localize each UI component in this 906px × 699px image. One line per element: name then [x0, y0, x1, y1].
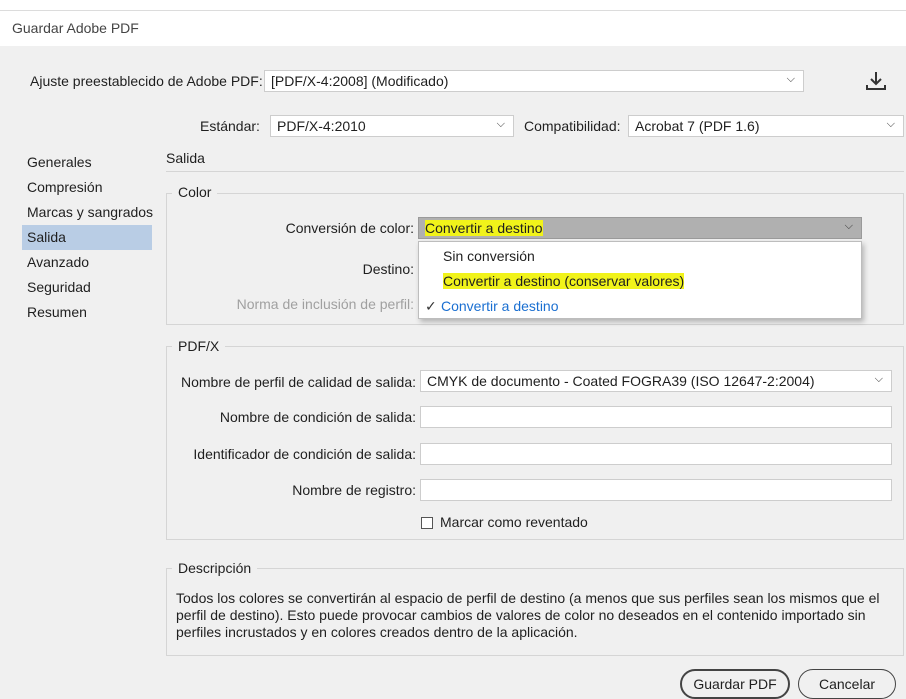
registry-label: Nombre de registro: — [292, 482, 416, 498]
top-strip — [0, 0, 906, 11]
sidebar-item-salida[interactable]: Salida — [22, 225, 152, 250]
chevron-down-icon: ⌵ — [874, 373, 883, 385]
trapped-checkbox[interactable] — [421, 517, 433, 529]
cancel-button[interactable]: Cancelar — [798, 669, 896, 699]
description-text: Todos los colores se convertirán al espa… — [176, 590, 880, 640]
option-label: Convertir a destino — [441, 298, 559, 314]
sidebar-item-compresion[interactable]: Compresión — [22, 175, 152, 200]
standard-select[interactable]: PDF/X-4:2010 ⌵ — [270, 115, 514, 137]
output-profile-select[interactable]: CMYK de documento - Coated FOGRA39 (ISO … — [420, 370, 892, 392]
standard-value: PDF/X-4:2010 — [277, 118, 366, 134]
preset-label: Ajuste preestablecido de Adobe PDF: — [30, 73, 263, 89]
sidebar-item-marcas[interactable]: Marcas y sangrados — [22, 200, 153, 225]
color-conversion-select[interactable]: Convertir a destino ⌵ — [418, 217, 862, 239]
output-profile-value: CMYK de documento - Coated FOGRA39 (ISO … — [427, 373, 815, 389]
description-group-title: Descripción — [172, 560, 258, 576]
compat-value: Acrobat 7 (PDF 1.6) — [635, 118, 760, 134]
check-icon: ✓ — [425, 298, 437, 314]
sidebar-item-avanzado[interactable]: Avanzado — [22, 250, 152, 275]
output-profile-label: Nombre de perfil de calidad de salida: — [180, 374, 416, 390]
option-convertir-conservar[interactable]: Convertir a destino (conservar valores) — [419, 269, 861, 293]
sidebar: Generales Compresión Marcas y sangrados … — [22, 150, 153, 325]
color-conversion-label: Conversión de color: — [285, 220, 414, 236]
sidebar-item-resumen[interactable]: Resumen — [22, 300, 152, 325]
option-label: Sin conversión — [443, 248, 535, 264]
option-sin-conversion[interactable]: Sin conversión — [419, 244, 861, 268]
condition-name-input[interactable] — [420, 406, 892, 428]
condition-id-label: Identificador de condición de salida: — [193, 446, 416, 462]
option-convertir-destino[interactable]: ✓ Convertir a destino — [419, 294, 861, 318]
color-conversion-value: Convertir a destino — [425, 220, 543, 236]
option-label: Convertir a destino (conservar valores) — [443, 273, 685, 289]
sidebar-item-seguridad[interactable]: Seguridad — [22, 275, 152, 300]
trapped-label: Marcar como reventado — [440, 514, 588, 530]
chevron-down-icon: ⌵ — [844, 220, 853, 232]
chevron-down-icon: ⌵ — [886, 118, 895, 130]
registry-input[interactable] — [420, 479, 892, 501]
sidebar-item-generales[interactable]: Generales — [22, 150, 152, 175]
download-icon — [866, 72, 886, 90]
condition-id-input[interactable] — [420, 443, 892, 465]
color-conversion-dropdown: Sin conversión Convertir a destino (cons… — [418, 241, 862, 319]
section-title: Salida — [166, 150, 205, 166]
destino-label: Destino: — [362, 261, 414, 277]
compat-label: Compatibilidad: — [524, 118, 621, 134]
window-title: Guardar Adobe PDF — [12, 20, 139, 36]
profile-policy-label: Norma de inclusión de perfil: — [236, 296, 414, 312]
standard-label: Estándar: — [200, 118, 260, 134]
pdfx-group-title: PDF/X — [172, 338, 226, 354]
preset-select[interactable]: [PDF/X-4:2008] (Modificado) ⌵ — [264, 70, 804, 92]
preset-value: [PDF/X-4:2008] (Modificado) — [271, 73, 449, 89]
download-preset-button[interactable] — [864, 70, 888, 92]
color-group-title: Color — [172, 184, 218, 200]
save-pdf-button[interactable]: Guardar PDF — [680, 669, 790, 699]
section-divider — [166, 171, 904, 172]
condition-name-label: Nombre de condición de salida: — [219, 409, 416, 425]
compat-select[interactable]: Acrobat 7 (PDF 1.6) ⌵ — [628, 115, 904, 137]
chevron-down-icon: ⌵ — [496, 118, 505, 130]
chevron-down-icon: ⌵ — [786, 73, 795, 85]
